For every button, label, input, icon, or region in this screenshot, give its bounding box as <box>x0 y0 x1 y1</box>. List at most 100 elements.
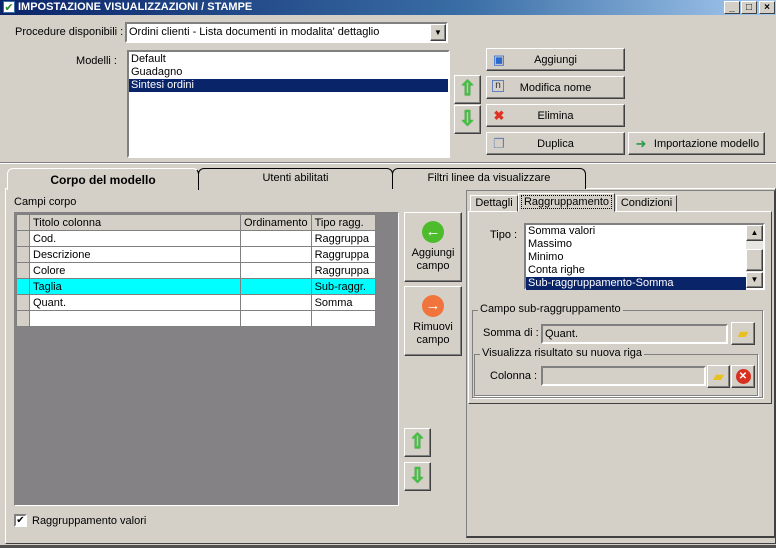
separator <box>0 162 776 164</box>
list-item[interactable]: Minimo <box>526 251 746 264</box>
cell-tipo[interactable]: Raggruppa <box>310 246 377 263</box>
minimize-button[interactable]: _ <box>724 1 740 14</box>
column-header-titolo[interactable]: Titolo colonna <box>29 214 241 231</box>
subtab-dettagli[interactable]: Dettagli <box>470 195 518 212</box>
table-row-highlighted[interactable]: Taglia Sub-raggr. <box>16 278 377 295</box>
app-check-icon: ✔ <box>3 1 15 14</box>
cell-tipo[interactable]: Sub-raggr. <box>310 278 377 295</box>
procedure-label: Procedure disponibili : <box>15 26 124 38</box>
somma-di-field[interactable]: Quant. <box>541 324 728 344</box>
table-row-empty[interactable] <box>16 310 377 327</box>
aggiungi-campo-label-1: Aggiungi <box>411 247 455 259</box>
move-down-button[interactable]: ⇩ <box>454 105 481 134</box>
scrollbar[interactable]: ▲ ▼ <box>746 225 763 288</box>
subtab-raggruppamento-label: Raggruppamento <box>520 195 613 209</box>
cell-ordinamento[interactable] <box>240 310 312 327</box>
import-icon: ➜ <box>635 136 647 151</box>
cell-titolo[interactable]: Taglia <box>29 278 241 295</box>
cell-tipo[interactable]: Somma <box>310 294 377 311</box>
aggiungi-label: Aggiungi <box>534 53 577 66</box>
cell-titolo[interactable]: Descrizione <box>29 246 241 263</box>
window-title: IMPOSTAZIONE VISUALIZZAZIONI / STAMPE <box>18 1 253 13</box>
table-row[interactable]: Cod. Raggruppa <box>16 230 377 247</box>
list-item-selected[interactable]: Sub-raggruppamento-Somma <box>526 277 746 290</box>
cell-ordinamento[interactable] <box>240 294 312 311</box>
cell-titolo[interactable]: Colore <box>29 262 241 279</box>
cell-ordinamento[interactable] <box>240 246 312 263</box>
list-item[interactable]: Guadagno <box>129 66 448 79</box>
cell-ordinamento[interactable] <box>240 278 312 295</box>
list-item[interactable]: Default <box>129 53 448 66</box>
aggiungi-campo-button[interactable]: ← Aggiungi campo <box>404 212 462 282</box>
duplica-button[interactable]: ❐ Duplica <box>486 132 625 155</box>
cell-titolo[interactable]: Quant. <box>29 294 241 311</box>
aggiungi-campo-label-2: campo <box>416 260 450 272</box>
list-item[interactable]: Conta righe <box>526 264 746 277</box>
maximize-button[interactable]: □ <box>741 1 757 14</box>
raggruppamento-valori-checkbox[interactable]: ✔ Raggruppamento valori <box>14 514 146 527</box>
colonna-label: Colonna : <box>490 370 538 382</box>
subtab-condizioni[interactable]: Condizioni <box>616 195 677 212</box>
list-item[interactable]: Somma valori <box>526 225 746 238</box>
field-move-down-button[interactable]: ⇩ <box>404 462 431 491</box>
cell-tipo[interactable]: Raggruppa <box>310 230 377 247</box>
rimuovi-campo-label-1: Rimuovi <box>413 321 453 333</box>
tab-filtri-linee[interactable]: Filtri linee da visualizzare <box>392 168 586 189</box>
rename-icon: n <box>492 80 504 92</box>
copy-icon: ❐ <box>493 136 505 151</box>
scroll-up-arrow-icon[interactable]: ▲ <box>746 225 763 241</box>
modelli-label: Modelli : <box>76 55 117 67</box>
delete-x-icon: ✖ <box>493 108 505 123</box>
clear-x-icon: ✕ <box>735 369 751 384</box>
arrow-down-icon: ⇩ <box>459 108 476 130</box>
tipo-label: Tipo : <box>490 229 518 241</box>
field-move-up-button[interactable]: ⇧ <box>404 428 431 457</box>
add-folder-icon: ▣ <box>492 52 506 67</box>
row-indicator <box>16 230 30 247</box>
arrow-right-icon: → <box>422 295 444 317</box>
cell-tipo[interactable] <box>310 310 377 327</box>
colonna-browse-button[interactable]: ▰ <box>707 365 730 388</box>
somma-browse-button[interactable]: ▰ <box>731 322 755 345</box>
tab-corpo-del-modello[interactable]: Corpo del modello <box>7 168 199 190</box>
colonna-clear-button[interactable]: ✕ <box>731 365 755 388</box>
cell-titolo[interactable]: Cod. <box>29 230 241 247</box>
procedure-combo[interactable]: Ordini clienti - Lista documenti in moda… <box>125 22 448 43</box>
modelli-list[interactable]: Default Guadagno Sintesi ordini <box>127 50 450 158</box>
arrow-down-icon: ⇩ <box>409 465 426 487</box>
importazione-button[interactable]: ➜ Importazione modello <box>628 132 765 155</box>
cell-ordinamento[interactable] <box>240 230 312 247</box>
table-row[interactable]: Quant. Somma <box>16 294 377 311</box>
colonna-field[interactable] <box>541 366 706 386</box>
row-indicator <box>16 278 30 295</box>
column-header-tipo[interactable]: Tipo ragg. <box>310 214 377 231</box>
tipo-list[interactable]: Somma valori Massimo Minimo Conta righe … <box>524 223 765 290</box>
table-row[interactable]: Colore Raggruppa <box>16 262 377 279</box>
procedure-value: Ordini clienti - Lista documenti in moda… <box>129 26 380 38</box>
column-header-ordinamento[interactable]: Ordinamento <box>240 214 312 231</box>
chevron-down-icon[interactable]: ▼ <box>430 24 446 41</box>
cell-titolo[interactable] <box>29 310 241 327</box>
close-button[interactable]: × <box>759 1 775 14</box>
subtab-raggruppamento[interactable]: Raggruppamento <box>518 193 615 212</box>
arrow-up-icon: ⇧ <box>409 431 426 453</box>
cell-tipo[interactable]: Raggruppa <box>310 262 377 279</box>
aggiungi-button[interactable]: ▣ Aggiungi <box>486 48 625 71</box>
move-up-button[interactable]: ⇧ <box>454 75 481 104</box>
duplica-label: Duplica <box>537 137 574 150</box>
checkbox-checked-icon[interactable]: ✔ <box>14 514 27 527</box>
rimuovi-campo-button[interactable]: → Rimuovi campo <box>404 286 462 356</box>
tab-utenti-abilitati[interactable]: Utenti abilitati <box>198 168 393 189</box>
modifica-nome-button[interactable]: n Modifica nome <box>486 76 625 99</box>
list-item[interactable]: Massimo <box>526 238 746 251</box>
list-item-selected[interactable]: Sintesi ordini <box>129 79 448 92</box>
cell-ordinamento[interactable] <box>240 262 312 279</box>
table-row[interactable]: Descrizione Raggruppa <box>16 246 377 263</box>
scroll-thumb[interactable] <box>746 249 763 271</box>
campi-corpo-grid[interactable]: Titolo colonna Ordinamento Tipo ragg. Cod.… <box>14 212 399 506</box>
raggruppamento-valori-label: Raggruppamento valori <box>32 514 147 527</box>
somma-di-label: Somma di : <box>483 327 539 339</box>
scroll-down-arrow-icon[interactable]: ▼ <box>746 272 763 288</box>
elimina-button[interactable]: ✖ Elimina <box>486 104 625 127</box>
importazione-label: Importazione modello <box>653 137 760 150</box>
